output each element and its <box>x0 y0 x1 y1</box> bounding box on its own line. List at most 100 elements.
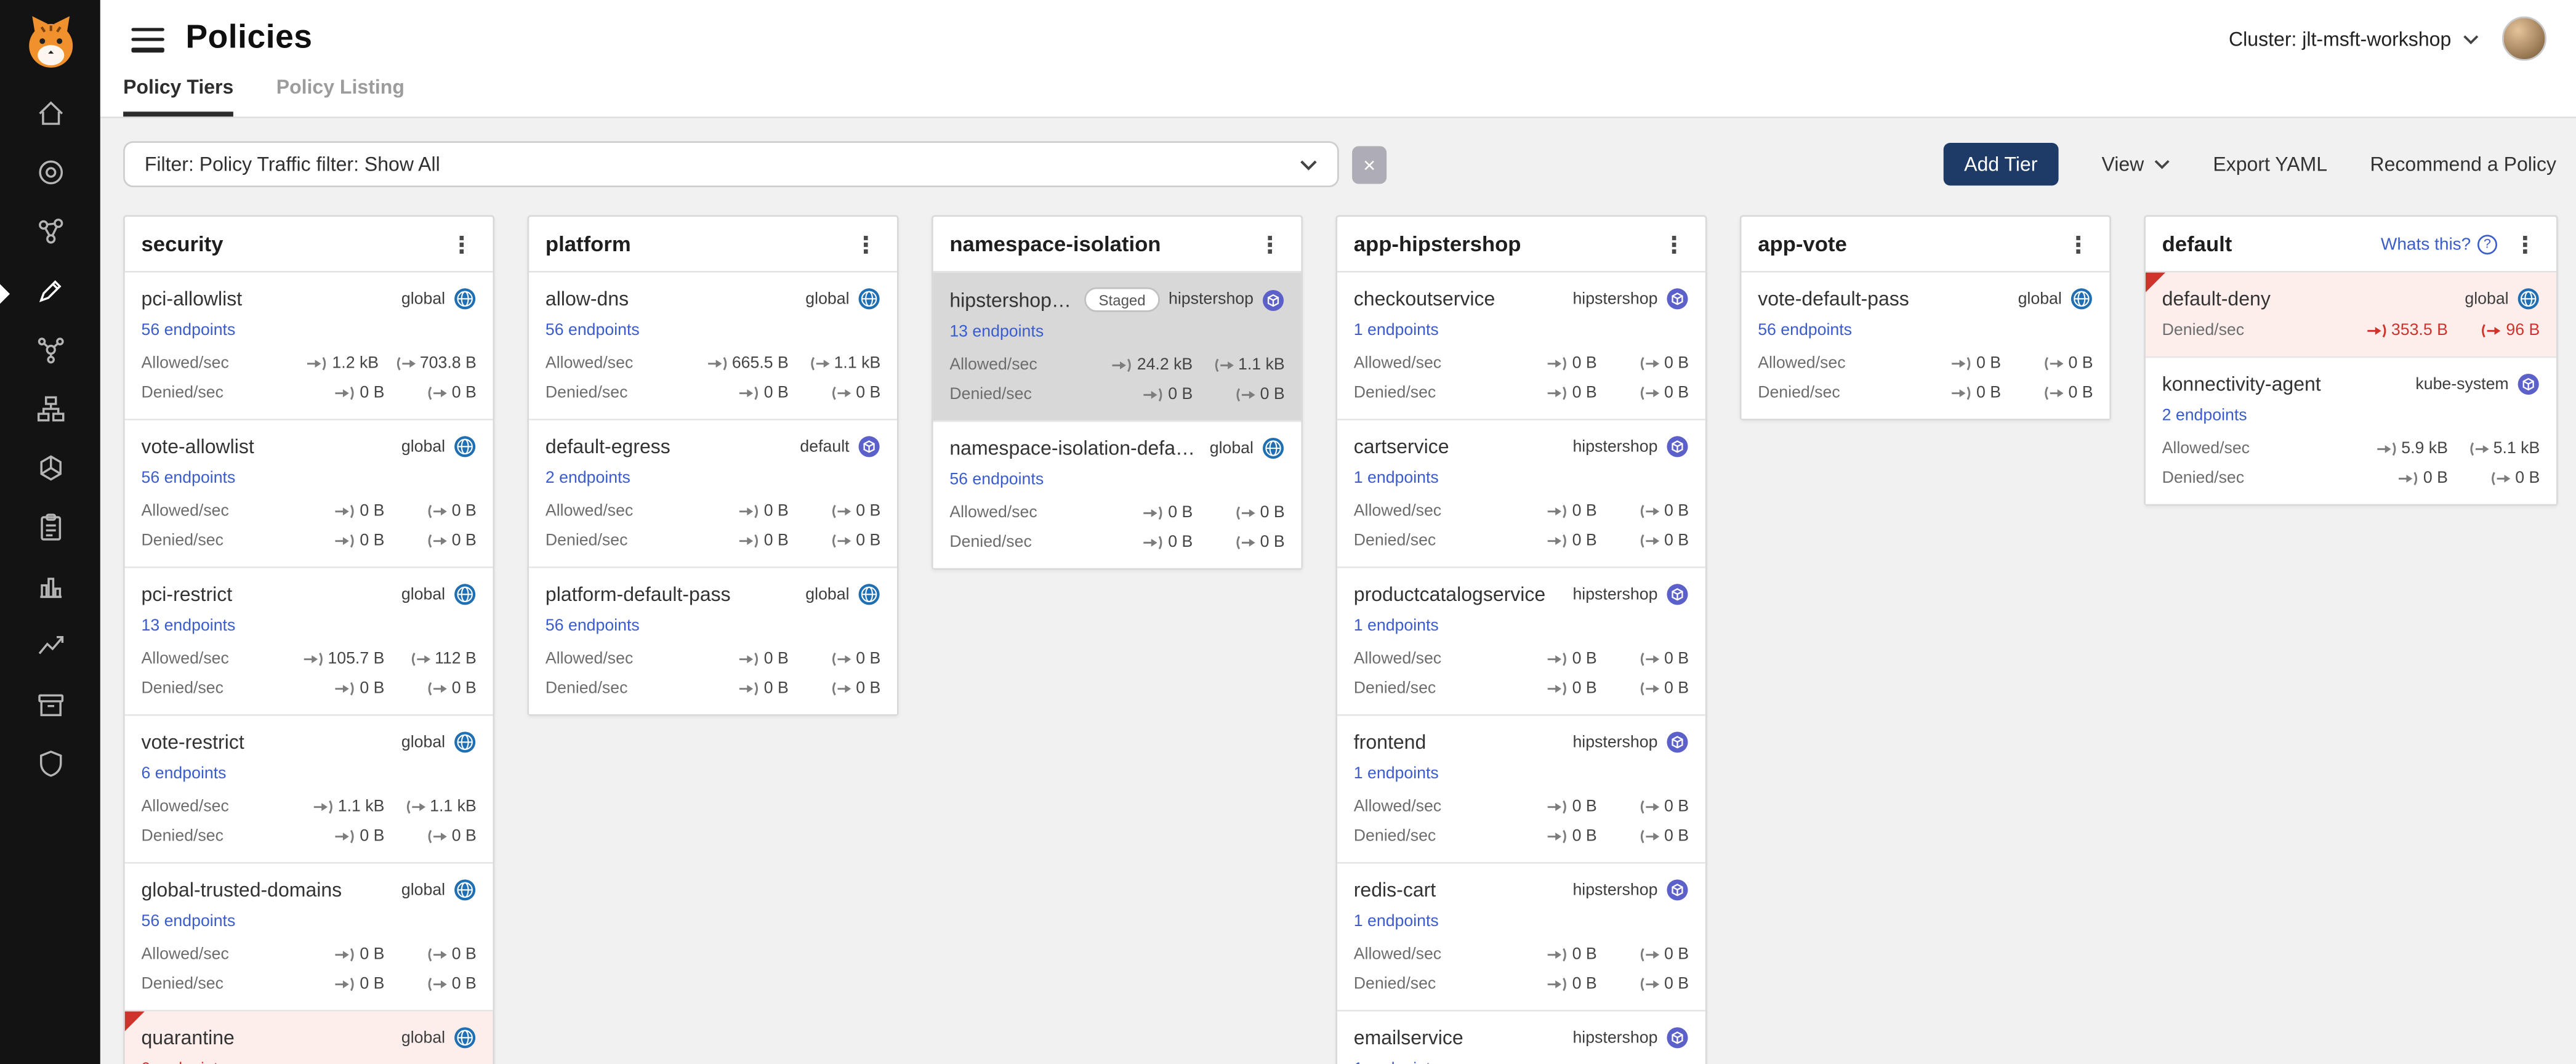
ingress-amount: 0 B <box>1168 504 1193 522</box>
endpoints-link[interactable]: 6 endpoints <box>141 765 226 783</box>
clear-filter-button[interactable]: × <box>1352 145 1387 183</box>
policy-card[interactable]: default-denyglobalDenied/sec353.5 B96 B <box>2146 273 2556 358</box>
endpoints-link[interactable]: 56 endpoints <box>545 618 640 635</box>
policy-card[interactable]: vote-restrictglobal6 endpointsAllowed/se… <box>125 716 493 864</box>
endpoints-link[interactable]: 0 endpoints <box>141 1061 226 1064</box>
tier-menu-button[interactable]: ⋮ <box>851 232 880 255</box>
tier-menu-button[interactable]: ⋮ <box>2510 232 2540 255</box>
traffic-row: Denied/sec0 B0 B <box>141 680 476 698</box>
policy-card[interactable]: vote-allowlistglobal56 endpointsAllowed/… <box>125 421 493 568</box>
calico-logo[interactable] <box>19 12 81 74</box>
ingress-amount: 5.9 kB <box>2401 440 2448 458</box>
cluster-selector[interactable]: Cluster: jlt-msft-workshop <box>2229 27 2479 50</box>
sidebar-item-service-graph[interactable] <box>0 205 100 264</box>
ingress-icon <box>1113 358 1132 373</box>
egress-value: 96 B <box>2465 322 2540 340</box>
traffic-row: Allowed/sec0 B0 B <box>1354 355 1689 373</box>
endpoints-link[interactable]: 56 endpoints <box>1758 322 1852 340</box>
sidebar-item-nodes[interactable] <box>0 323 100 382</box>
policy-card[interactable]: default-egressdefault2 endpointsAllowed/… <box>529 421 897 568</box>
policy-card[interactable]: namespace-isolation-default-p...global56… <box>933 422 1302 568</box>
traffic-filter-select[interactable]: Filter: Policy Traffic filter: Show All <box>123 141 1339 187</box>
ingress-icon <box>1548 948 1568 962</box>
ingress-amount: 0 B <box>1572 355 1597 373</box>
tier-header: namespace-isolation⋮ <box>933 217 1302 273</box>
policy-card[interactable]: redis-carthipstershop1 endpointsAllowed/… <box>1337 864 1705 1012</box>
policy-card[interactable]: global-trusted-domainsglobal56 endpoints… <box>125 864 493 1012</box>
sidebar-item-activity[interactable] <box>0 619 100 678</box>
sidebar-item-security[interactable] <box>0 737 100 796</box>
view-menu-button[interactable]: View <box>2101 153 2170 175</box>
policy-card[interactable]: cartservicehipstershop1 endpointsAllowed… <box>1337 421 1705 568</box>
sidebar-item-dashboards[interactable] <box>0 146 100 205</box>
policy-card[interactable]: allow-dnsglobal56 endpointsAllowed/sec66… <box>529 273 897 421</box>
egress-icon <box>1640 800 1659 815</box>
policy-card[interactable]: emailservicehipstershop1 endpointsAllowe… <box>1337 1012 1705 1064</box>
endpoints-link[interactable]: 56 endpoints <box>545 322 640 340</box>
ingress-amount: 24.2 kB <box>1137 357 1193 374</box>
sidebar-item-reports[interactable] <box>0 560 100 619</box>
sidebar-item-inventory[interactable] <box>0 678 100 737</box>
traffic-label: Allowed/sec <box>1354 798 1441 816</box>
traffic-values: 0 B0 B <box>309 680 477 698</box>
policy-card[interactable]: quarantineglobal0 endpoints <box>125 1012 493 1064</box>
menu-button[interactable] <box>131 27 164 52</box>
tier-menu-button[interactable]: ⋮ <box>2064 232 2093 255</box>
egress-amount: 0 B <box>1664 502 1689 520</box>
egress-value: 0 B <box>401 975 477 993</box>
recommend-policy-button[interactable]: Recommend a Policy <box>2370 153 2556 175</box>
endpoints-link[interactable]: 1 endpoints <box>1354 618 1439 635</box>
sidebar-item-home[interactable] <box>0 87 100 146</box>
endpoints-link[interactable]: 56 endpoints <box>141 913 235 931</box>
scope-label: global <box>401 733 445 751</box>
whats-this-link[interactable]: Whats this?? <box>2381 234 2497 254</box>
tier-menu-button[interactable]: ⋮ <box>447 232 477 255</box>
traffic-row: Allowed/sec0 B0 B <box>141 946 476 964</box>
traffic-label: Denied/sec <box>1354 680 1436 698</box>
add-tier-button[interactable]: Add Tier <box>1942 143 2059 185</box>
egress-value: 0 B <box>1613 828 1689 845</box>
sidebar-item-policies[interactable] <box>0 264 100 323</box>
policy-card[interactable]: platform-default-passglobal56 endpointsA… <box>529 568 897 714</box>
endpoints-link[interactable]: 1 endpoints <box>1354 322 1439 340</box>
policy-card[interactable]: pci-allowlistglobal56 endpointsAllowed/s… <box>125 273 493 421</box>
endpoints-link[interactable]: 13 endpoints <box>949 323 1044 341</box>
tab-policy-tiers[interactable]: Policy Tiers <box>123 76 233 117</box>
egress-icon <box>831 682 851 696</box>
policy-card[interactable]: konnectivity-agentkube-system2 endpoints… <box>2146 358 2556 504</box>
tier-menu-button[interactable]: ⋮ <box>1255 232 1285 255</box>
sidebar-item-endpoints[interactable] <box>0 382 100 441</box>
policy-card[interactable]: productcatalogservicehipstershop1 endpoi… <box>1337 568 1705 716</box>
sidebar-item-compliance[interactable] <box>0 501 100 560</box>
endpoints-link[interactable]: 1 endpoints <box>1354 470 1439 488</box>
policy-card[interactable]: checkoutservicehipstershop1 endpointsAll… <box>1337 273 1705 421</box>
export-yaml-button[interactable]: Export YAML <box>2213 153 2327 175</box>
ingress-value: 0 B <box>1521 946 1597 964</box>
endpoints-link[interactable]: 1 endpoints <box>1354 913 1439 931</box>
ingress-icon <box>335 682 355 696</box>
endpoints-link[interactable]: 2 endpoints <box>2162 407 2247 425</box>
egress-amount: 0 B <box>2068 384 2093 402</box>
policy-card[interactable]: frontendhipstershop1 endpointsAllowed/se… <box>1337 716 1705 864</box>
endpoints-link[interactable]: 56 endpoints <box>949 471 1044 489</box>
traffic-values: 0 B0 B <box>1117 504 1285 522</box>
tier-menu-button[interactable]: ⋮ <box>1659 232 1689 255</box>
endpoints-link[interactable]: 56 endpoints <box>141 322 235 340</box>
policy-card[interactable]: hipstershop-gh...Stagedhipstershop13 end… <box>933 273 1302 422</box>
traffic-row: Denied/sec0 B0 B <box>141 532 476 550</box>
endpoints-link[interactable]: 2 endpoints <box>545 470 630 488</box>
tab-policy-listing[interactable]: Policy Listing <box>276 76 405 117</box>
endpoints-link[interactable]: 13 endpoints <box>141 618 235 635</box>
policy-card[interactable]: pci-restrictglobal13 endpointsAllowed/se… <box>125 568 493 716</box>
ingress-amount: 665.5 B <box>732 355 789 373</box>
user-avatar[interactable] <box>2502 17 2546 61</box>
policy-card[interactable]: vote-default-passglobal56 endpointsAllow… <box>1742 273 2110 419</box>
endpoints-link[interactable]: 56 endpoints <box>141 470 235 488</box>
scope-icon-wrap <box>2070 288 2093 310</box>
endpoints-link[interactable]: 1 endpoints <box>1354 765 1439 783</box>
endpoints-link[interactable]: 1 endpoints <box>1354 1061 1439 1064</box>
sidebar-item-clusters[interactable] <box>0 441 100 501</box>
egress-icon <box>1640 534 1659 549</box>
traffic-values: 0 B0 B <box>1521 946 1689 964</box>
policy-card-top: pci-restrictglobal <box>141 583 476 606</box>
